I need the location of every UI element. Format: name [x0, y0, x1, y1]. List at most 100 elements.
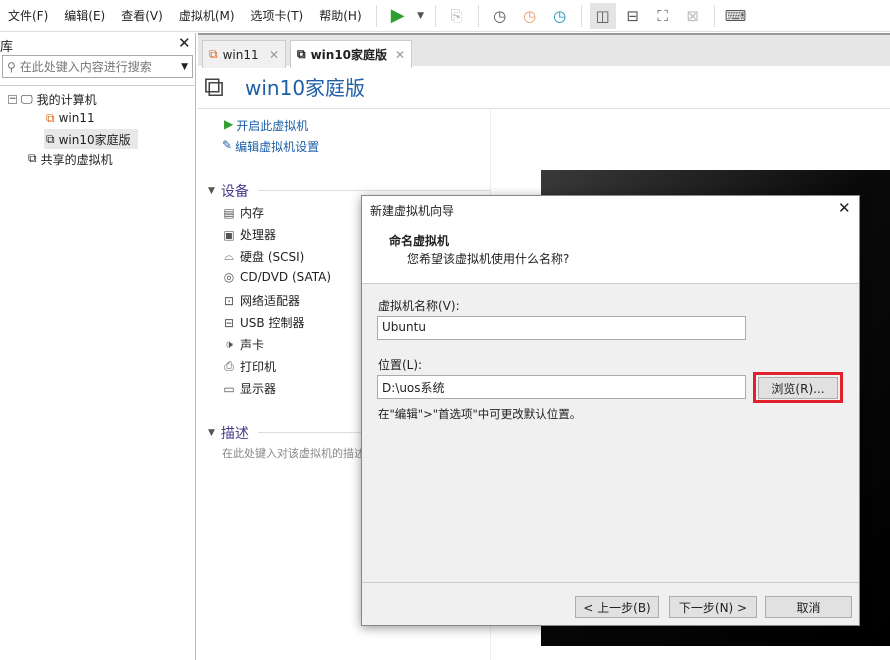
wizard-subheading: 您希望该虚拟机使用什么名称?: [407, 252, 570, 266]
dialog-title: 新建虚拟机向导: [370, 204, 455, 218]
chevron-down-icon[interactable]: ▼: [415, 3, 427, 29]
monitor-icon: ▭: [223, 381, 235, 396]
menu-vm[interactable]: 虚拟机(M): [171, 7, 243, 24]
collapse-icon: ▼: [208, 428, 215, 438]
vm-paused-icon: ⧉: [209, 47, 218, 61]
snapshot-icon[interactable]: ◷: [487, 3, 513, 29]
location-hint: 在"编辑">"首选项"中可更改默认位置。: [378, 407, 582, 421]
link-label: 开启此虚拟机: [236, 119, 309, 133]
unity-icon[interactable]: ⊠: [680, 3, 706, 29]
chevron-down-icon[interactable]: ▼: [181, 62, 188, 72]
send-keys-icon[interactable]: ⎘: [444, 3, 470, 29]
collapse-icon: ▼: [208, 186, 215, 196]
library-pane: 库 ✕ ⚲ 在此处键入内容进行搜索 ▼ − 🖵 我的计算机 ⧉ win11 ⧉ win1…: [0, 33, 196, 660]
device-hdd[interactable]: ⌓ 硬盘 (SCSI): [222, 248, 304, 265]
console-icon[interactable]: ⌨: [723, 3, 749, 29]
menu-tabs[interactable]: 选项卡(T): [243, 7, 312, 24]
tab-bar: ⧉ win11 ✕ ⧉ win10家庭版 ✕: [198, 33, 890, 68]
device-display[interactable]: ▭ 显示器: [222, 380, 276, 397]
device-cd[interactable]: ◎ CD/DVD (SATA): [222, 270, 331, 284]
device-printer[interactable]: ⎙ 打印机: [222, 358, 276, 375]
description-input[interactable]: 在此处键入对该虚拟机的描述: [222, 445, 362, 461]
speaker-icon: 🕩: [225, 337, 233, 351]
location-input[interactable]: D:\uos系统: [377, 375, 746, 399]
name-label: 虚拟机名称(V):: [378, 299, 460, 313]
close-icon[interactable]: ✕: [178, 34, 191, 52]
device-processor[interactable]: ▣ 处理器: [222, 226, 276, 243]
device-sound[interactable]: 🕩 声卡: [222, 336, 264, 353]
link-label: 编辑虚拟机设置: [235, 140, 320, 154]
device-label: 打印机: [240, 360, 277, 374]
search-placeholder: 在此处键入内容进行搜索: [19, 60, 152, 74]
section-heading: 描述: [220, 426, 249, 442]
tab-win10[interactable]: ⧉ win10家庭版 ✕: [290, 40, 412, 68]
snapshot-manager-icon[interactable]: ◷: [547, 3, 573, 29]
fullscreen-icon[interactable]: ⛶: [650, 3, 676, 29]
browse-button[interactable]: 浏览(R)...: [758, 377, 838, 399]
cancel-button[interactable]: 取消: [765, 596, 852, 618]
shared-vm-icon: ⧉: [28, 151, 37, 165]
play-icon: ▶: [224, 117, 234, 131]
network-icon: ⊡: [223, 293, 235, 308]
search-input[interactable]: ⚲ 在此处键入内容进行搜索 ▼: [2, 55, 193, 78]
tree-label: 我的计算机: [36, 93, 97, 107]
vm-icon: ⧉: [297, 47, 306, 61]
tab-win11[interactable]: ⧉ win11 ✕: [202, 40, 286, 68]
device-label: 显示器: [240, 382, 277, 396]
computer-icon: 🖵: [21, 92, 33, 106]
library-title: 库: [0, 40, 14, 55]
menu-bar: 文件(F) 编辑(E) 查看(V) 虚拟机(M) 选项卡(T) 帮助(H) ▶ …: [0, 0, 890, 32]
next-button[interactable]: 下一步(N) >: [669, 596, 757, 618]
thumbnail-view-icon[interactable]: ⊟: [620, 3, 646, 29]
library-view-icon[interactable]: ◫: [589, 2, 616, 29]
device-network[interactable]: ⊡ 网络适配器: [222, 292, 300, 309]
usb-icon: ⊟: [223, 315, 235, 330]
revert-snapshot-icon[interactable]: ◷: [517, 3, 543, 29]
tree-item-shared[interactable]: ⧉ 共享的虚拟机: [28, 151, 113, 168]
tab-label: win10家庭版: [310, 48, 388, 62]
vm-name-input[interactable]: Ubuntu: [377, 316, 746, 340]
vm-paused-icon: ⧉: [46, 111, 55, 125]
device-label: CD/DVD (SATA): [240, 270, 332, 284]
device-label: 网络适配器: [240, 294, 301, 308]
menu-help[interactable]: 帮助(H): [311, 7, 369, 24]
device-usb[interactable]: ⊟ USB 控制器: [222, 314, 304, 331]
close-icon[interactable]: ✕: [269, 48, 279, 62]
printer-icon: ⎙: [224, 359, 234, 373]
devices-section[interactable]: ▼ 设备: [208, 181, 249, 201]
collapse-icon[interactable]: −: [8, 95, 17, 104]
tree-label: win10家庭版: [58, 132, 131, 147]
menu-edit[interactable]: 编辑(E): [56, 7, 113, 24]
device-label: USB 控制器: [240, 316, 305, 330]
menu-view[interactable]: 查看(V): [113, 7, 171, 24]
description-section[interactable]: ▼ 描述: [208, 423, 249, 443]
device-memory[interactable]: ▤ 内存: [222, 204, 264, 221]
new-vm-wizard-dialog: 新建虚拟机向导 ✕ 命名虚拟机 您希望该虚拟机使用什么名称? 虚拟机名称(V):…: [361, 195, 860, 626]
close-icon[interactable]: ✕: [395, 48, 405, 62]
vm-title: win10家庭版: [245, 76, 366, 100]
location-label: 位置(L):: [378, 358, 423, 372]
back-button[interactable]: < 上一步(B): [575, 596, 659, 618]
tree-item-win10[interactable]: ⧉ win10家庭版: [44, 129, 138, 149]
device-label: 硬盘 (SCSI): [240, 250, 305, 264]
vm-large-icon: ⧉: [204, 70, 224, 103]
edit-icon: ✎: [222, 138, 233, 152]
section-heading: 设备: [220, 184, 249, 200]
edit-settings-link[interactable]: ✎ 编辑虚拟机设置: [222, 138, 319, 155]
device-label: 处理器: [240, 228, 277, 242]
tree-item-win11[interactable]: ⧉ win11: [46, 111, 95, 126]
tree-item-my-computer[interactable]: − 🖵 我的计算机: [8, 91, 97, 108]
cpu-icon: ▣: [223, 227, 235, 242]
device-label: 内存: [240, 206, 265, 220]
vm-icon: ⧉: [46, 131, 55, 146]
tree-label: 共享的虚拟机: [40, 153, 113, 167]
power-on-link[interactable]: ▶ 开启此虚拟机: [224, 117, 308, 134]
menu-file[interactable]: 文件(F): [0, 7, 56, 24]
memory-icon: ▤: [223, 205, 235, 220]
play-icon[interactable]: ▶: [385, 3, 411, 29]
tree-label: win11: [58, 111, 95, 125]
wizard-heading: 命名虚拟机: [389, 234, 450, 248]
device-label: 声卡: [240, 338, 265, 352]
tab-label: win11: [222, 47, 259, 62]
close-icon[interactable]: ✕: [838, 199, 851, 217]
